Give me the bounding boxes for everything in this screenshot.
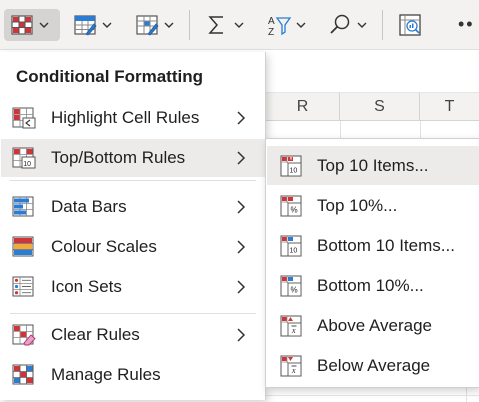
below-average-icon: x xyxy=(280,355,302,377)
chevron-down-icon xyxy=(102,22,112,28)
svg-text:x: x xyxy=(291,326,296,335)
cell-styles-icon xyxy=(136,15,159,36)
svg-text:10: 10 xyxy=(23,161,31,168)
menu-divider xyxy=(10,180,256,181)
manage-rules-icon xyxy=(12,364,34,385)
menu-item-label: Manage Rules xyxy=(51,365,161,384)
chevron-right-icon xyxy=(237,111,246,125)
search-icon xyxy=(330,14,350,34)
toolbar-divider xyxy=(189,10,190,40)
submenu-item-label: Top 10 Items... xyxy=(317,156,429,175)
cell-styles-button[interactable] xyxy=(134,9,175,41)
submenu-item-bottom-10-percent[interactable]: % Bottom 10%... xyxy=(267,266,479,305)
menu-item-highlight-cell-rules[interactable]: Highlight Cell Rules xyxy=(1,99,265,137)
submenu-item-below-average[interactable]: x Below Average xyxy=(267,346,479,385)
menu-item-manage-rules[interactable]: Manage Rules xyxy=(1,356,265,394)
more-options-button[interactable]: •• xyxy=(458,14,475,35)
colour-scales-icon xyxy=(12,236,34,257)
submenu-item-label: Below Average xyxy=(317,356,431,375)
sort-filter-button[interactable]: A Z xyxy=(266,9,307,41)
menu-item-data-bars[interactable]: Data Bars xyxy=(1,188,265,226)
menu-item-clear-rules[interactable]: Clear Rules xyxy=(1,316,265,354)
chevron-right-icon xyxy=(237,328,246,342)
top-bottom-rules-submenu: 10 Top 10 Items... % Top 10%... 10 Botto… xyxy=(265,138,479,388)
chevron-right-icon xyxy=(237,151,246,165)
above-average-icon: x xyxy=(280,315,302,337)
menu-item-label: Icon Sets xyxy=(51,277,122,296)
menu-item-icon-sets[interactable]: Icon Sets xyxy=(1,268,265,306)
chevron-down-icon xyxy=(296,22,306,28)
toolbar-divider xyxy=(382,10,383,40)
svg-text:x: x xyxy=(291,366,296,375)
submenu-item-above-average[interactable]: x Above Average xyxy=(267,306,479,345)
svg-text:A: A xyxy=(268,16,275,27)
top-10-percent-icon: % xyxy=(280,195,302,217)
submenu-item-label: Bottom 10%... xyxy=(317,276,424,295)
data-bars-icon xyxy=(12,196,34,217)
conditional-formatting-button[interactable] xyxy=(4,9,60,41)
submenu-item-label: Bottom 10 Items... xyxy=(317,236,455,255)
top-10-items-icon: 10 xyxy=(280,155,302,177)
bottom-10-items-icon: 10 xyxy=(280,235,302,257)
svg-text:%: % xyxy=(291,286,298,295)
column-header-s[interactable]: S xyxy=(340,93,420,121)
menu-item-label: Data Bars xyxy=(51,197,127,216)
menu-item-colour-scales[interactable]: Colour Scales xyxy=(1,228,265,266)
grid-line xyxy=(266,395,479,396)
find-select-button[interactable] xyxy=(327,9,368,41)
svg-text:%: % xyxy=(291,206,298,215)
format-as-table-icon xyxy=(74,15,97,36)
svg-text:10: 10 xyxy=(290,248,298,255)
column-header-r[interactable]: R xyxy=(266,93,340,121)
submenu-item-label: Above Average xyxy=(317,316,432,335)
menu-item-top-bottom-rules[interactable]: 10 Top/Bottom Rules xyxy=(1,139,265,177)
submenu-item-label: Top 10%... xyxy=(317,196,398,215)
analyze-data-button[interactable] xyxy=(397,9,423,41)
menu-title: Conditional Formatting xyxy=(16,67,203,86)
clear-rules-icon xyxy=(12,324,36,346)
ribbon-toolbar: A Z •• xyxy=(0,0,479,50)
chevron-right-icon xyxy=(237,200,246,214)
menu-item-label: Colour Scales xyxy=(51,237,157,256)
chevron-down-icon xyxy=(234,22,244,28)
conditional-formatting-menu: Conditional Formatting Highlight Cell Ru… xyxy=(0,52,266,400)
column-header-t[interactable]: T xyxy=(420,93,479,121)
chevron-right-icon xyxy=(237,240,246,254)
menu-item-label: Top/Bottom Rules xyxy=(51,148,186,167)
top-bottom-rules-icon: 10 xyxy=(12,147,36,169)
analyze-data-icon xyxy=(399,14,421,36)
highlight-cell-rules-icon xyxy=(12,107,36,129)
chevron-down-icon xyxy=(164,22,174,28)
autosum-button[interactable] xyxy=(204,9,245,41)
menu-item-label: Highlight Cell Rules xyxy=(51,108,200,127)
format-as-table-button[interactable] xyxy=(72,9,113,41)
grid-line xyxy=(266,92,479,93)
svg-text:10: 10 xyxy=(290,168,298,175)
chevron-right-icon xyxy=(237,280,246,294)
sort-filter-icon: A Z xyxy=(268,16,292,38)
submenu-item-top-10-percent[interactable]: % Top 10%... xyxy=(267,186,479,225)
chevron-down-icon xyxy=(357,22,367,28)
svg-text:Z: Z xyxy=(268,27,274,38)
icon-sets-icon xyxy=(12,276,34,297)
sigma-icon xyxy=(208,16,223,34)
conditional-formatting-icon xyxy=(11,15,33,35)
submenu-item-top-10-items[interactable]: 10 Top 10 Items... xyxy=(267,146,479,185)
submenu-item-bottom-10-items[interactable]: 10 Bottom 10 Items... xyxy=(267,226,479,265)
bottom-10-percent-icon: % xyxy=(280,275,302,297)
menu-item-label: Clear Rules xyxy=(51,325,140,344)
menu-divider xyxy=(10,313,256,314)
chevron-down-icon xyxy=(39,22,49,28)
